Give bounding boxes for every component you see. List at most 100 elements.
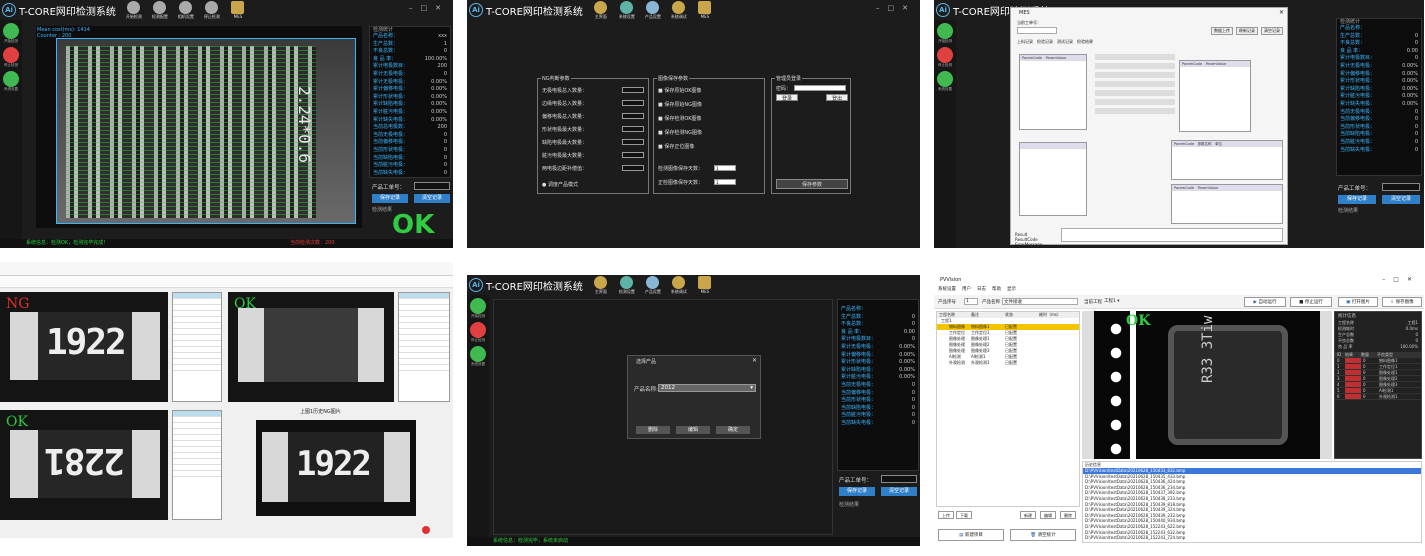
stat-label: 累计形状电极： xyxy=(841,359,877,366)
window-controls[interactable]: –□✕ xyxy=(876,4,916,12)
password-input[interactable] xyxy=(794,85,846,91)
station-select[interactable]: 工程1 ▾ xyxy=(1104,298,1154,305)
stat-row: 累计无极电极： 0.00% xyxy=(1337,63,1421,71)
save-image-checkbox[interactable]: ■ 保存原始NG图像 xyxy=(658,101,702,108)
new-button[interactable]: 新建 xyxy=(1020,511,1036,519)
debug-mode-radio[interactable]: ● 调度产品模式 xyxy=(542,181,578,188)
product-no-input[interactable] xyxy=(1382,183,1420,191)
product-no-input[interactable] xyxy=(881,475,917,483)
tab-feed[interactable]: 上料记录 xyxy=(1017,39,1033,45)
stop-button[interactable] xyxy=(470,322,486,338)
menu-system[interactable]: 系统设置 xyxy=(938,286,956,292)
ok-days-input[interactable]: 1 xyxy=(714,165,736,171)
stop-button[interactable] xyxy=(937,47,953,63)
save-params-button[interactable]: 保存参数 xyxy=(776,179,848,189)
log-entry[interactable]: D:\PVVision\testData\20210628_152243_724… xyxy=(1083,535,1421,541)
chip-marking: 1922 xyxy=(46,322,127,363)
ng-param-input[interactable] xyxy=(622,165,644,171)
toolbar-start[interactable]: 开始检测 xyxy=(124,0,144,20)
edit-button[interactable]: 编辑 xyxy=(1040,511,1056,519)
settings-button[interactable] xyxy=(470,346,486,362)
save-image-button[interactable]: ⇩ 保存图像 xyxy=(1382,297,1422,307)
stat-row: 累计缺陷电极： 0.00% xyxy=(370,101,450,109)
toolbar-home[interactable]: 主界面 xyxy=(591,0,611,20)
stop-button[interactable] xyxy=(3,47,19,63)
tab-inspect[interactable]: 检验记录 xyxy=(1037,39,1053,45)
window-title: PVVision xyxy=(940,277,962,283)
tab-test[interactable]: 测试记录 xyxy=(1057,39,1073,45)
settings-button[interactable] xyxy=(3,71,19,87)
product-no-input[interactable] xyxy=(414,182,450,190)
toolbar-home[interactable]: 主界面 xyxy=(591,275,611,295)
delete-button[interactable]: 删除 xyxy=(636,426,670,434)
save-record-button[interactable]: 保存记录 xyxy=(839,487,875,496)
ng-param-label: 脏污电极最大数量： xyxy=(542,153,588,159)
ng-param-input[interactable] xyxy=(622,139,644,145)
start-button[interactable] xyxy=(470,298,486,314)
toolbar-debug[interactable]: 系统调试 xyxy=(669,275,689,295)
clear-record-button[interactable]: 清空记录 xyxy=(881,487,917,496)
ng-days-input[interactable]: 1 xyxy=(714,179,736,185)
menu-view[interactable]: 显示 xyxy=(1007,286,1016,292)
new-project-button[interactable]: ▤ 新建项目 xyxy=(938,529,1004,541)
toolbar-mes[interactable]: MES xyxy=(695,1,715,19)
stop-icon[interactable] xyxy=(422,526,430,534)
toolbar-detect[interactable]: 检测设置 xyxy=(617,275,637,295)
stop-run-button[interactable]: ■ 停止运行 xyxy=(1290,297,1332,307)
product-name-input[interactable]: 文件接收 xyxy=(1002,298,1078,305)
refresh-button[interactable]: 刷新记录 xyxy=(1236,27,1258,35)
menu-log[interactable]: 日志 xyxy=(977,286,986,292)
edit-button[interactable]: 编辑 xyxy=(676,426,710,434)
toolbar-debug[interactable]: 系统调试 xyxy=(669,0,689,20)
window-controls[interactable]: –□✕ xyxy=(1382,276,1420,283)
settings-button[interactable] xyxy=(937,71,953,87)
stat-value: 0.00% xyxy=(431,93,447,100)
save-image-checkbox[interactable]: ■ 保存原始OK图像 xyxy=(658,87,702,94)
ng-param-input[interactable] xyxy=(622,100,644,106)
logout-button[interactable]: 登出 xyxy=(826,94,848,102)
ng-param-input[interactable] xyxy=(622,113,644,119)
save-image-checkbox[interactable]: ■ 保存正位图像 xyxy=(658,143,694,150)
upload-button[interactable]: 上传 xyxy=(938,511,954,519)
tree-row[interactable]: 外观检测 外观检测1 已配置 xyxy=(937,360,1079,366)
toolbar-mes[interactable]: MES xyxy=(695,276,715,294)
product-select[interactable]: 2012 ▾ xyxy=(658,384,756,392)
start-button[interactable] xyxy=(937,23,953,39)
ng-param-input[interactable] xyxy=(622,152,644,158)
dialog-close-icon[interactable]: ✕ xyxy=(752,357,757,364)
auto-run-button[interactable]: ▶ 自动运行 xyxy=(1244,297,1286,307)
open-image-button[interactable]: ▣ 打开图片 xyxy=(1338,297,1378,307)
save-image-checkbox[interactable]: ■ 保存检测OK图像 xyxy=(658,115,702,122)
clear-record-button[interactable]: 清空记录 xyxy=(1382,195,1420,204)
ng-param-input[interactable] xyxy=(622,126,644,132)
clear-button[interactable]: 清空记录 xyxy=(1261,27,1283,35)
clear-record-button[interactable]: 清空记录 xyxy=(414,194,450,203)
toolbar-system[interactable]: 系统设置 xyxy=(617,0,637,20)
login-button[interactable]: 登录 xyxy=(776,94,798,102)
dialog-close-icon[interactable]: ✕ xyxy=(1279,9,1284,16)
menu-user[interactable]: 用户 xyxy=(962,286,971,292)
window-controls[interactable]: –□✕ xyxy=(409,4,449,12)
download-button[interactable]: 下载 xyxy=(956,511,972,519)
toolbar-config[interactable]: 检测配置 xyxy=(150,0,170,20)
save-record-button[interactable]: 保存记录 xyxy=(372,194,408,203)
start-button[interactable] xyxy=(3,23,19,39)
clear-stats-button[interactable]: 🗑 清空统计 xyxy=(1010,529,1076,541)
menu-help[interactable]: 帮助 xyxy=(992,286,1001,292)
toolbar-product[interactable]: 产品设置 xyxy=(643,275,663,295)
save-image-checkbox[interactable]: ■ 保存检测NG图像 xyxy=(658,129,702,136)
confirm-button[interactable]: 确定 xyxy=(716,426,750,434)
delete-button[interactable]: 删除 xyxy=(1060,511,1076,519)
product-no-input[interactable]: 1 xyxy=(964,298,978,305)
order-input[interactable] xyxy=(1017,27,1057,34)
toolbar-stop[interactable]: 停止检测 xyxy=(202,0,222,20)
save-record-button[interactable]: 保存记录 xyxy=(1338,195,1376,204)
ng-param-input[interactable] xyxy=(622,87,644,93)
toolbar-mes[interactable]: MES xyxy=(228,1,248,19)
toolbar-product[interactable]: 产品设置 xyxy=(643,0,663,20)
stat-row: 累计脏污电极： 0.00% xyxy=(838,374,918,382)
upload-button[interactable]: 数据上传 xyxy=(1211,27,1233,35)
stat-row: 累计形状电极： 0.00% xyxy=(1337,78,1421,86)
tab-result[interactable]: 检验结果 xyxy=(1077,39,1093,45)
toolbar-camera[interactable]: 相机设置 xyxy=(176,0,196,20)
